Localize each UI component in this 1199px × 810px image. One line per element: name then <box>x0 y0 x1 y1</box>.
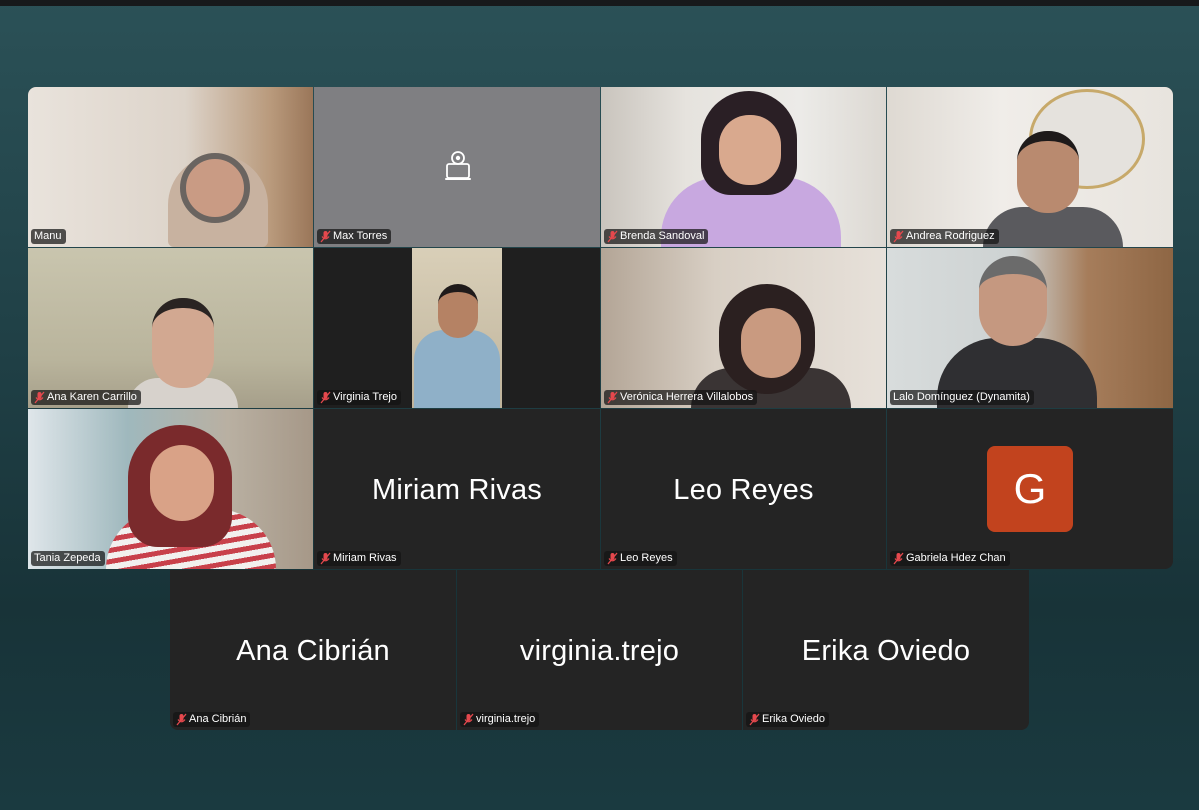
participant-name-tag: Miriam Rivas <box>317 551 401 566</box>
mic-muted-icon <box>320 552 331 565</box>
participant-name-tag: Brenda Sandoval <box>604 229 709 244</box>
participant-display-name: Miriam Rivas <box>372 474 542 506</box>
participant-name-tag: Ana Karen Carrillo <box>31 390 141 405</box>
participant-display-name: virginia.trejo <box>519 635 680 667</box>
video-tile-miriam-rivas[interactable]: Miriam Rivas Miriam Rivas <box>314 409 600 569</box>
video-tile-veronica-herrera-villalobos[interactable]: Verónica Herrera Villalobos <box>601 248 886 408</box>
participant-name-tag: Max Torres <box>317 229 392 244</box>
video-tile-virginia-trejo[interactable]: Virginia Trejo <box>314 248 600 408</box>
mic-muted-icon <box>749 713 760 726</box>
mic-muted-icon <box>34 391 45 404</box>
participant-video-head <box>1017 131 1079 213</box>
window-top-bar <box>0 0 1199 6</box>
avatar: G <box>987 446 1073 532</box>
video-tile-manu[interactable]: Manu <box>28 87 313 247</box>
mic-muted-icon <box>320 391 331 404</box>
participant-name-tag: Tania Zepeda <box>31 551 105 566</box>
participant-video <box>414 330 500 408</box>
participant-name-tag: Ana Cibrián <box>173 712 251 727</box>
participant-video-head <box>152 298 214 388</box>
video-tile-tania-zepeda[interactable]: Tania Zepeda <box>28 409 313 569</box>
camera-off-icon <box>445 151 471 180</box>
participant-video-head <box>979 256 1047 346</box>
video-tile-lalo-dominguez[interactable]: Lalo Domínguez (Dynamita) <box>887 248 1173 408</box>
participant-name-tag: Leo Reyes <box>604 551 677 566</box>
participant-name-tag: virginia.trejo <box>460 712 540 727</box>
mic-muted-icon <box>320 230 331 243</box>
mic-muted-icon <box>893 552 904 565</box>
participant-name-tag: Lalo Domínguez (Dynamita) <box>890 390 1034 405</box>
video-tile-leo-reyes[interactable]: Leo Reyes Leo Reyes <box>601 409 886 569</box>
mic-muted-icon <box>607 391 618 404</box>
video-tile-virginia-trejo-2[interactable]: virginia.trejo virginia.trejo <box>457 570 742 730</box>
participant-name-tag: Virginia Trejo <box>317 390 401 405</box>
participant-name-tag: Verónica Herrera Villalobos <box>604 390 758 405</box>
participant-video-face <box>719 115 781 185</box>
mic-muted-icon <box>463 713 474 726</box>
participant-display-name: Leo Reyes <box>673 474 814 506</box>
participant-name-tag: Erika Oviedo <box>746 712 829 727</box>
participant-display-name: Erika Oviedo <box>801 635 971 667</box>
video-tile-andrea-rodriguez[interactable]: Andrea Rodriguez <box>887 87 1173 247</box>
video-tile-ana-karen-carrillo[interactable]: Ana Karen Carrillo <box>28 248 313 408</box>
mic-muted-icon <box>893 230 904 243</box>
participant-video-head <box>180 153 250 223</box>
video-tile-max-torres[interactable]: Max Torres <box>314 87 600 247</box>
participant-video-face <box>150 445 214 521</box>
mic-muted-icon <box>176 713 187 726</box>
participant-name-tag: Gabriela Hdez Chan <box>890 551 1010 566</box>
video-tile-gabriela-hdez-chan[interactable]: G Gabriela Hdez Chan <box>887 409 1173 569</box>
video-tile-ana-cibrian[interactable]: Ana Cibrián Ana Cibrián <box>170 570 456 730</box>
participant-video <box>983 207 1123 247</box>
participant-display-name: Ana Cibrián <box>236 635 390 667</box>
participant-video-face <box>741 308 801 378</box>
video-tile-erika-oviedo[interactable]: Erika Oviedo Erika Oviedo <box>743 570 1029 730</box>
participant-video-head <box>438 284 478 338</box>
mic-muted-icon <box>607 552 618 565</box>
video-tile-brenda-sandoval[interactable]: Brenda Sandoval <box>601 87 886 247</box>
participant-name-tag: Manu <box>31 229 66 244</box>
participant-name-tag: Andrea Rodriguez <box>890 229 999 244</box>
mic-muted-icon <box>607 230 618 243</box>
